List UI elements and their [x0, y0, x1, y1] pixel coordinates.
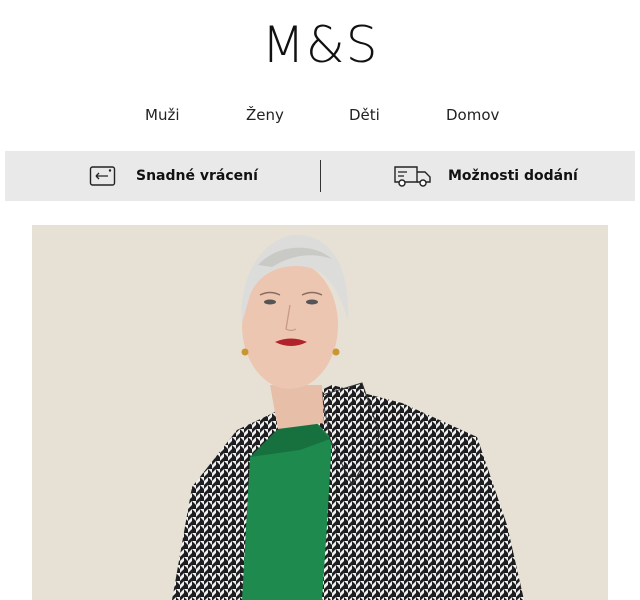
nav-item-men[interactable]: Muži [145, 106, 180, 124]
main-nav: Muži Ženy Děti Domov [0, 106, 640, 130]
return-tag-icon [89, 164, 117, 188]
delivery-options-link[interactable]: Možnosti dodání [393, 151, 578, 201]
nav-item-women[interactable]: Ženy [246, 106, 284, 124]
nav-item-kids[interactable]: Děti [349, 106, 380, 124]
model-photo [32, 225, 608, 600]
easy-returns-label: Snadné vrácení [136, 168, 258, 184]
hero-banner[interactable] [32, 225, 608, 600]
service-bar: Snadné vrácení Možnosti dodání [5, 151, 635, 201]
delivery-truck-icon [393, 162, 433, 190]
service-bar-divider [320, 160, 321, 192]
delivery-options-label: Možnosti dodání [448, 168, 578, 184]
nav-item-home[interactable]: Domov [446, 106, 499, 124]
brand-logo[interactable]: M&S [0, 14, 640, 76]
easy-returns-link[interactable]: Snadné vrácení [89, 151, 258, 201]
